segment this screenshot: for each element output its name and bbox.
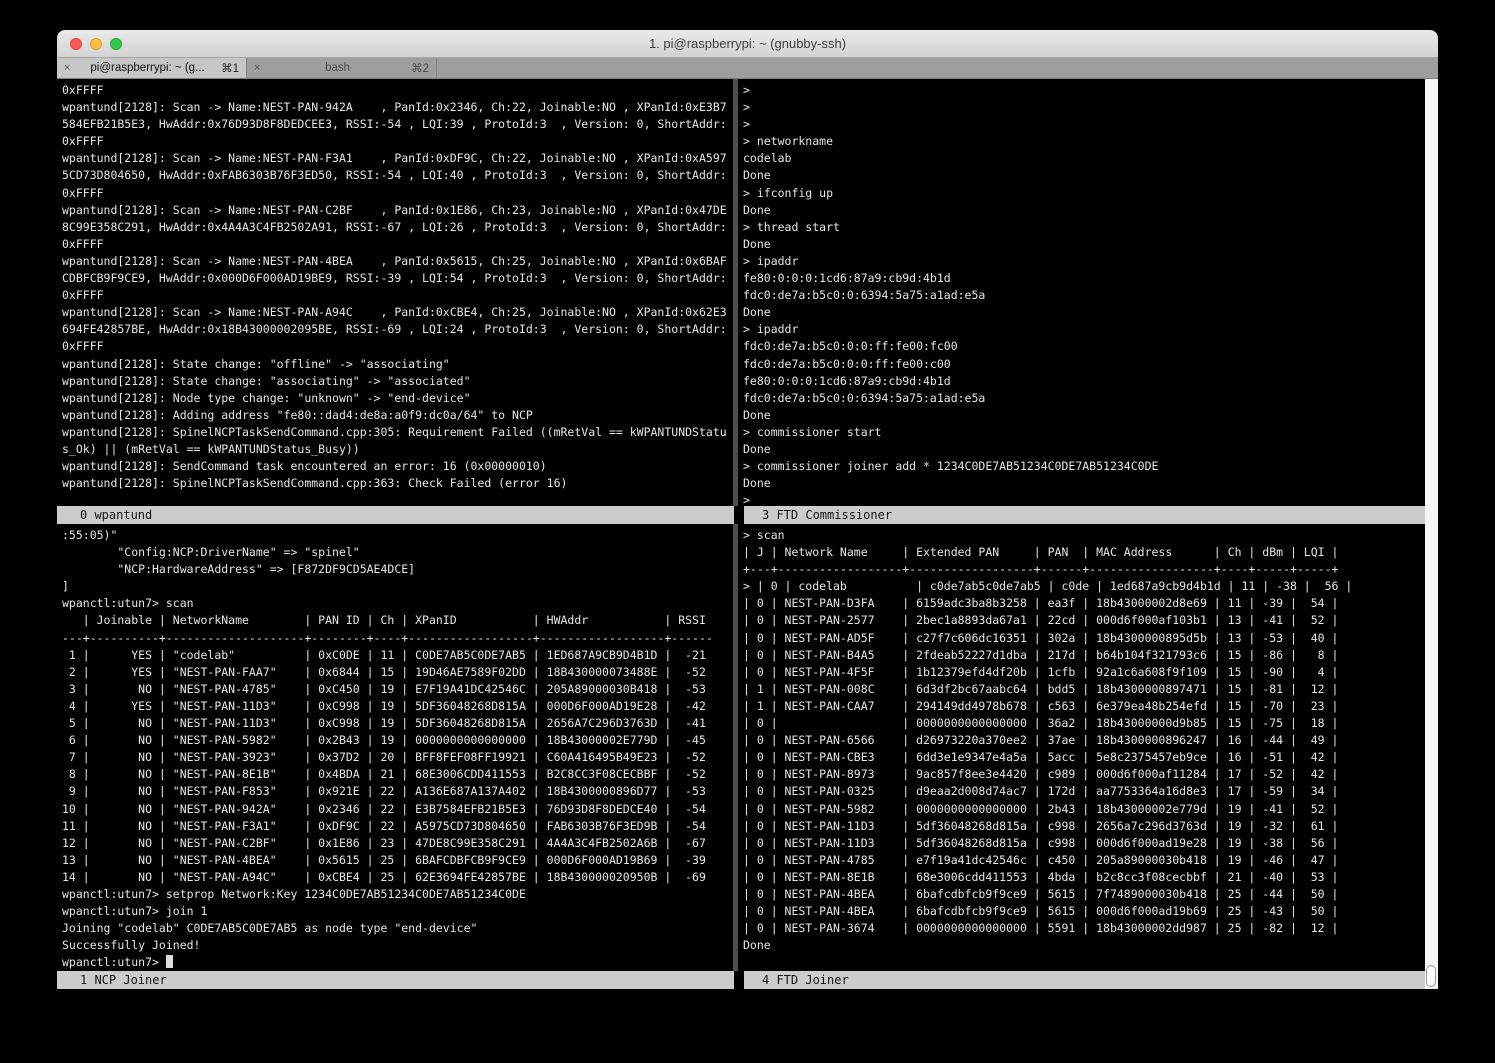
- tab-bash[interactable]: × bash ⌘2: [247, 58, 437, 78]
- tab-ssh-session[interactable]: × pi@raspberrypi: ~ (g... ⌘1: [57, 58, 247, 78]
- pane-title-ftd-commissioner: 3 FTD Commissioner: [744, 506, 1425, 524]
- shell-prompt-line[interactable]: wpanctl:utun7>: [57, 954, 733, 971]
- window-titlebar[interactable]: 1. pi@raspberrypi: ~ (gnubby-ssh): [57, 30, 1438, 58]
- terminal-cursor: [166, 955, 173, 968]
- shell-prompt: wpanctl:utun7>: [62, 955, 166, 969]
- pane-ncp-joiner[interactable]: :55:05)" "Config:NCP:DriverName" => "spi…: [57, 524, 733, 971]
- close-tab-icon[interactable]: ×: [64, 62, 78, 74]
- wpantund-log-text: 0xFFFF wpantund[2128]: Scan -> Name:NEST…: [57, 79, 733, 492]
- scrollbar[interactable]: [1425, 79, 1438, 989]
- pane-title-ftd-joiner: 4 FTD Joiner: [744, 971, 1425, 989]
- terminal-content: 0xFFFF wpantund[2128]: Scan -> Name:NEST…: [57, 79, 1438, 990]
- tab-bar: × pi@raspberrypi: ~ (g... ⌘1 × bash ⌘2: [57, 58, 1438, 79]
- ftd-joiner-text: > scan | J | Network Name | Extended PAN…: [738, 524, 1425, 954]
- terminal-window: 1. pi@raspberrypi: ~ (gnubby-ssh) × pi@r…: [57, 30, 1438, 990]
- pane-title-label: 3 FTD Commissioner: [762, 508, 892, 522]
- tab-shortcut: ⌘2: [411, 61, 429, 75]
- tab-label: pi@raspberrypi: ~ (g...: [78, 62, 217, 74]
- pane-title-wpantund: 0 wpantund: [57, 506, 734, 524]
- pane-title-label: 4 FTD Joiner: [762, 973, 849, 987]
- pane-title-ncp-joiner: 1 NCP Joiner: [57, 971, 734, 989]
- scrollbar-thumb[interactable]: [1426, 965, 1436, 987]
- pane-wpantund[interactable]: 0xFFFF wpantund[2128]: Scan -> Name:NEST…: [57, 79, 733, 506]
- pane-ftd-joiner[interactable]: > scan | J | Network Name | Extended PAN…: [738, 524, 1425, 971]
- pane-title-label: 0 wpantund: [80, 508, 152, 522]
- tab-label: bash: [268, 62, 407, 74]
- tab-shortcut: ⌘1: [221, 61, 239, 75]
- pane-title-label: 1 NCP Joiner: [80, 973, 167, 987]
- close-tab-icon[interactable]: ×: [254, 62, 268, 74]
- ftd-commissioner-text: > > > > networkname codelab Done > ifcon…: [738, 79, 1425, 506]
- window-title: 1. pi@raspberrypi: ~ (gnubby-ssh): [57, 30, 1438, 58]
- pane-ftd-commissioner[interactable]: > > > > networkname codelab Done > ifcon…: [738, 79, 1425, 506]
- ncp-joiner-text: :55:05)" "Config:NCP:DriverName" => "spi…: [57, 524, 733, 954]
